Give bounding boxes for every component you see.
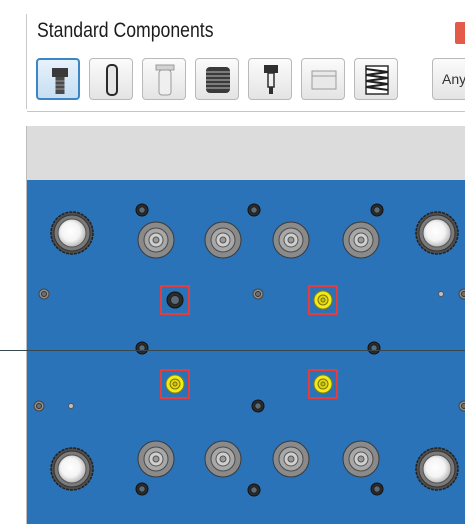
stacked-disc-icon [206,67,230,93]
ejector-pin-icon [264,65,278,94]
dowel-pin-icon [106,64,118,96]
small-pin-hole[interactable] [367,341,381,355]
spring-icon [365,65,389,95]
counterbore-hole[interactable] [272,221,310,259]
counterbore-hole[interactable] [272,440,310,478]
counterbore-hole[interactable] [137,221,175,259]
tapped-hole[interactable] [38,288,50,300]
tapped-hole[interactable] [33,400,45,412]
large-bore-hole[interactable] [50,447,94,491]
counterbore-hole[interactable] [204,440,242,478]
mold-plate[interactable] [27,180,465,524]
counterbore-hole[interactable] [342,440,380,478]
toolbar-divider [27,111,465,112]
any-button[interactable]: Any [432,58,465,100]
spring-button[interactable] [354,58,398,100]
sleeve-button[interactable] [142,58,186,100]
vent-dot[interactable] [68,403,74,409]
small-pin-hole[interactable] [370,482,384,496]
plate-edge-strip [27,126,465,181]
socket-screw-button[interactable] [36,58,80,100]
small-pin-hole[interactable] [251,399,265,413]
stacked-disc-button[interactable] [195,58,239,100]
small-pin-hole[interactable] [247,483,261,497]
counterbore-hole[interactable] [204,221,242,259]
socket-screw-icon [52,68,68,94]
panel-title: Standard Components [37,19,214,42]
large-bore-hole[interactable] [50,211,94,255]
close-icon[interactable] [455,22,465,44]
small-pin-hole[interactable] [135,482,149,496]
standard-components-panel: Standard Components Any [26,14,465,112]
tapped-hole[interactable] [252,288,264,300]
counterbore-hole[interactable] [137,440,175,478]
cad-viewport[interactable] [26,126,465,524]
small-pin-hole[interactable] [370,203,384,217]
counterbore-hole[interactable] [342,221,380,259]
plate-block-button[interactable] [301,58,345,100]
vent-dot[interactable] [438,291,444,297]
large-bore-hole[interactable] [415,447,459,491]
small-pin-hole[interactable] [247,203,261,217]
tapped-hole[interactable] [458,288,465,300]
ejector-pin-button[interactable] [248,58,292,100]
center-axis-line [0,350,465,351]
plate-block-icon [311,70,337,90]
small-pin-hole[interactable] [135,341,149,355]
large-bore-hole[interactable] [415,211,459,255]
sleeve-icon [155,64,175,96]
small-pin-hole[interactable] [135,203,149,217]
tapped-hole[interactable] [458,400,465,412]
dowel-pin-button[interactable] [89,58,133,100]
